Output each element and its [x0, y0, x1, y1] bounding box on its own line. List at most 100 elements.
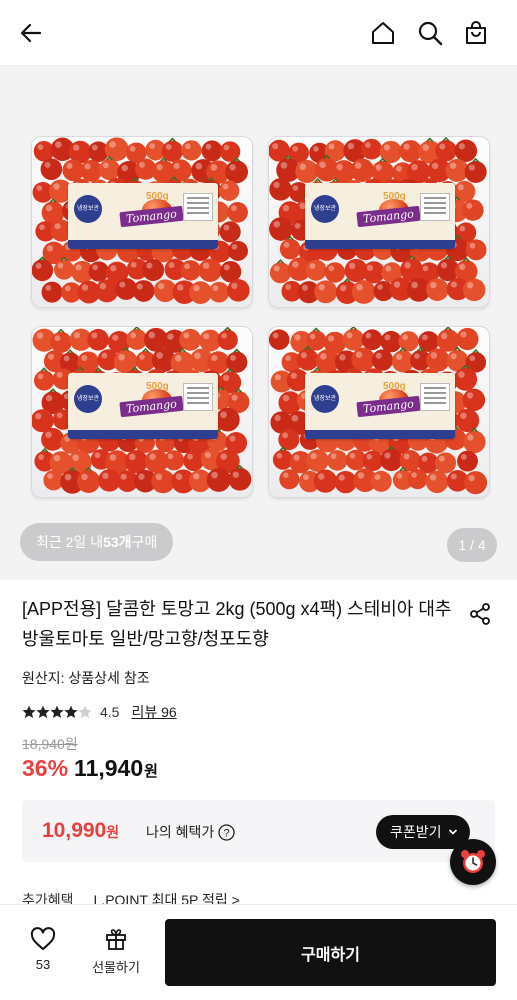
- tomato-highlight: [450, 473, 457, 480]
- tomato-highlight: [193, 284, 200, 292]
- rating-value: 4.5: [100, 704, 120, 720]
- alarm-clock-button[interactable]: [450, 839, 496, 885]
- tomato-highlight: [53, 183, 60, 190]
- cherry-tomato: [206, 467, 231, 492]
- pack-label: 냉장보관 500g Tomango: [68, 183, 218, 249]
- tomato-highlight: [273, 220, 281, 228]
- like-button[interactable]: 53: [20, 927, 66, 972]
- tomato-highlight: [430, 282, 437, 289]
- tomato-highlight: [168, 262, 175, 269]
- tomato-highlight: [338, 474, 345, 481]
- coupon-button[interactable]: 쿠폰받기: [376, 815, 470, 849]
- cherry-tomato: [313, 469, 337, 493]
- tomato-highlight: [112, 334, 119, 341]
- cherry-tomato: [306, 449, 329, 472]
- cherry-tomato: [462, 199, 484, 221]
- tomato-highlight: [167, 453, 174, 460]
- cherry-tomato: [76, 469, 101, 494]
- search-icon: [418, 21, 443, 46]
- tomato-highlight: [157, 282, 165, 290]
- tomato-highlight: [229, 164, 236, 171]
- cherry-tomato: [362, 450, 384, 472]
- brand-logo: Tomango: [356, 205, 421, 228]
- tomato-highlight: [292, 145, 299, 152]
- tomato-highlight: [393, 281, 401, 288]
- benefit-price-box: 10,990원 나의 혜택가 ? 쿠폰받기: [22, 800, 495, 862]
- benefit-label-text: 나의 혜택가: [146, 824, 215, 840]
- tomato-highlight: [422, 334, 428, 341]
- tomato-highlight: [184, 263, 190, 270]
- cherry-tomato: [179, 328, 202, 351]
- tomato-highlight: [99, 282, 107, 290]
- cart-button[interactable]: [459, 16, 493, 50]
- tomato-highlight: [421, 455, 428, 462]
- tomato-highlight: [365, 332, 372, 339]
- cherry-tomato: [98, 158, 121, 181]
- brand-logo: Tomango: [119, 205, 184, 228]
- nutrition-box: [183, 383, 213, 411]
- coupon-label: 쿠폰받기: [390, 824, 442, 840]
- tomato-highlight: [460, 412, 467, 419]
- help-icon[interactable]: ?: [218, 823, 235, 841]
- tomato-highlight: [167, 333, 174, 340]
- cherry-tomato: [269, 178, 292, 201]
- tomato-highlight: [339, 354, 346, 361]
- search-button[interactable]: [413, 16, 447, 50]
- back-button[interactable]: [14, 16, 48, 50]
- tomato-highlight: [411, 472, 417, 478]
- home-button[interactable]: [366, 16, 400, 50]
- tomato-highlight: [183, 332, 190, 339]
- tomato-highlight: [119, 281, 126, 288]
- shopping-bag-icon: [466, 21, 486, 44]
- share-button[interactable]: [466, 600, 494, 628]
- cherry-tomato: [295, 159, 319, 183]
- cherry-tomato: [228, 467, 252, 491]
- tomato-highlight: [439, 143, 446, 150]
- tomato-highlight: [460, 331, 467, 338]
- cherry-tomato: [278, 428, 300, 451]
- tomato-highlight: [55, 141, 62, 148]
- product-image-gallery[interactable]: 냉장보관 500g Tomango 냉장보관 500g Tomango 냉장보관…: [0, 66, 517, 580]
- tomato-highlight: [73, 332, 81, 339]
- tomato-highlight: [231, 282, 238, 290]
- tomato-highlight: [395, 353, 403, 361]
- tomato-highlight: [310, 452, 317, 460]
- tomato-highlight: [292, 185, 299, 191]
- image-page-indicator: 1 / 4: [447, 528, 497, 562]
- tomato-highlight: [318, 283, 325, 291]
- tomato-highlight: [165, 143, 172, 150]
- tomato-highlight: [91, 332, 98, 339]
- tomato-highlight: [210, 164, 218, 171]
- tomato-highlight: [383, 144, 391, 151]
- tomato-highlight: [193, 473, 200, 480]
- tomato-highlight: [139, 161, 145, 168]
- recent-purchase-badge: 최근 2일 내 53개 구매: [20, 523, 174, 561]
- tomato-highlight: [110, 265, 117, 272]
- cherry-tomato: [351, 280, 376, 304]
- brand-logo: Tomango: [356, 395, 421, 418]
- tomato-highlight: [357, 472, 365, 479]
- tomato-highlight: [282, 204, 290, 212]
- cherry-tomato: [454, 139, 478, 162]
- tomato-highlight: [149, 453, 156, 460]
- tomato-highlight: [223, 144, 230, 151]
- review-link[interactable]: 리뷰 96: [131, 702, 176, 722]
- tomato-highlight: [56, 371, 63, 378]
- tomato-highlight: [449, 162, 457, 169]
- tomato-highlight: [223, 264, 230, 271]
- cherry-tomato: [180, 260, 201, 281]
- cherry-tomato: [217, 329, 238, 351]
- tomato-highlight: [47, 353, 55, 360]
- tomato-highlight: [220, 453, 228, 460]
- tomato-highlight: [468, 474, 475, 482]
- sale-price: 11,940: [74, 755, 144, 781]
- tomato-highlight: [56, 412, 63, 419]
- gift-button[interactable]: 선물하기: [86, 927, 146, 976]
- label-strip: [305, 240, 455, 249]
- cherry-tomato: [41, 427, 64, 451]
- cherry-tomato: [350, 158, 375, 183]
- buy-button[interactable]: 구매하기: [165, 919, 496, 986]
- tomato-highlight: [458, 371, 465, 378]
- tomato-highlight: [64, 285, 71, 292]
- tomato-highlight: [44, 161, 51, 168]
